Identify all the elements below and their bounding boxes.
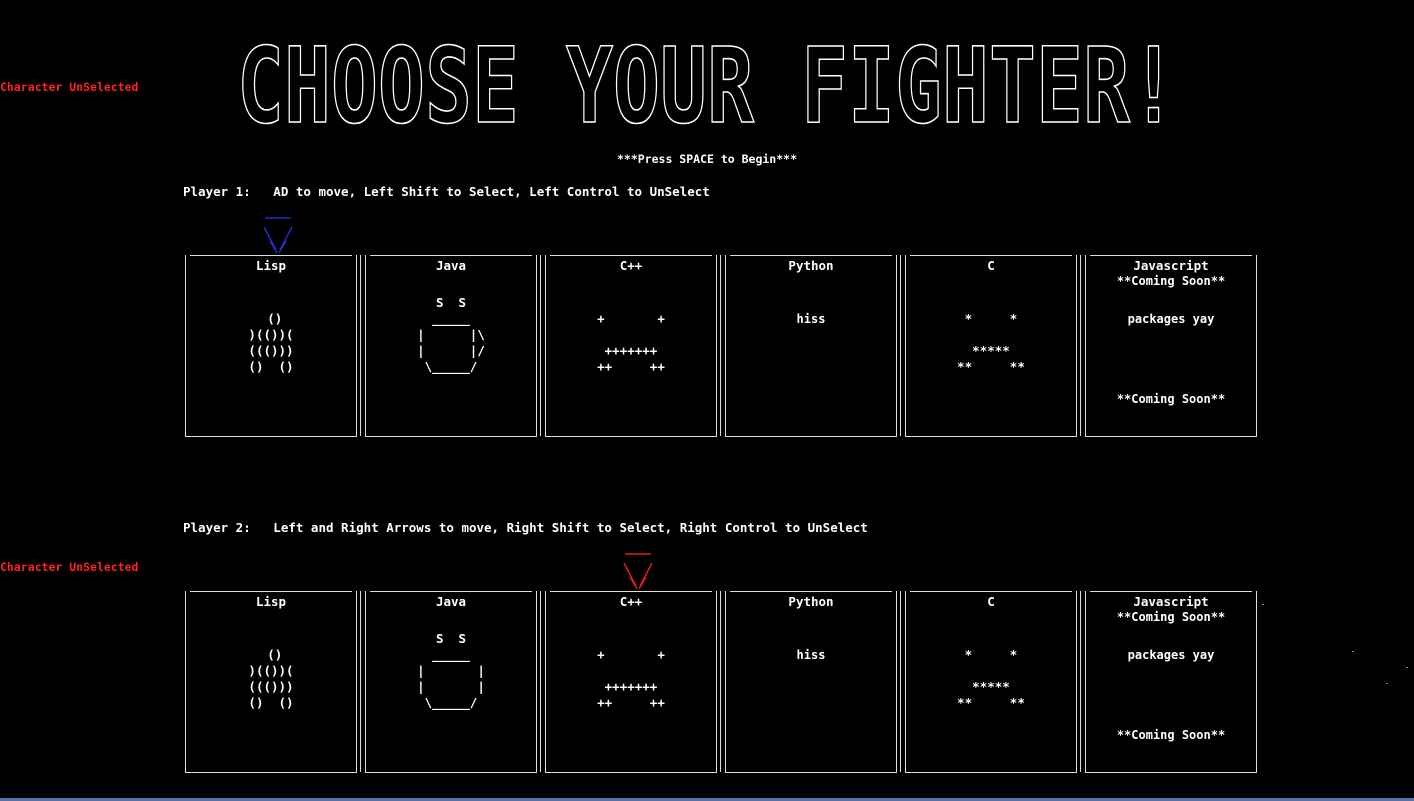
player1-selector-icon [261,215,295,259]
fighter-sprite-art: () )(())( ((())) () () [248,311,294,374]
title-text: CHOOSE YOUR FIGHTER! [237,32,1177,136]
press-space-prompt: ***Press SPACE to Begin*** [616,152,797,166]
fighter-caption: hiss [796,648,826,662]
coming-soon-note: **Coming Soon** [1116,392,1226,406]
fighter-name: Java [435,594,467,609]
fighter-name: C++ [619,258,643,273]
player2-fighter-row: Lisp () )(())( ((())) () () Java S S _____… [185,591,1263,774]
fighter-sprite-art: + + +++++++ ++ ++ [597,311,665,374]
coming-soon-note: **Coming Soon** [1116,728,1226,742]
fighter-card-c[interactable]: C * * ***** ** ** [905,255,1081,437]
fighter-caption: packages yay [1127,312,1215,326]
fighter-name: C++ [619,594,643,609]
coming-soon-note: **Coming Soon** [1116,610,1226,624]
fighter-sprite-art: * * ***** ** ** [957,311,1025,374]
fighter-name: Python [788,594,834,609]
fighter-caption: hiss [796,312,826,326]
fighter-card-lisp[interactable]: Lisp () )(())( ((())) () () [185,255,361,437]
fighter-card-c[interactable]: C * * ***** ** ** [905,591,1081,773]
title-banner: CHOOSE YOUR FIGHTER! [0,32,1414,136]
fighter-card-cpp[interactable]: C++ + + +++++++ ++ ++ [545,255,721,437]
fighter-card-lisp[interactable]: Lisp () )(())( ((())) () () [185,591,361,773]
fighter-card-python[interactable]: Python hiss [725,255,901,437]
fighter-name: Lisp [255,594,287,609]
player1-instructions: Player 1: AD to move, Left Shift to Sele… [183,184,710,199]
fighter-card-java[interactable]: Java S S _____ | | | | \_____/ [365,591,541,773]
coming-soon-note: **Coming Soon** [1116,274,1226,288]
player2-instructions: Player 2: Left and Right Arrows to move,… [183,520,868,535]
fighter-card-cpp[interactable]: C++ + + +++++++ ++ ++ [545,591,721,773]
fighter-card-java[interactable]: Java S S _____ | |\ | |/ \_____/ [365,255,541,437]
fighter-name: Lisp [255,258,287,273]
title-art: CHOOSE YOUR FIGHTER! [236,32,1178,136]
player1-fighter-row: Lisp () )(())( ((())) () () Java S S _____… [185,255,1263,438]
fighter-sprite-art: S S _____ | | | | \_____/ [417,631,485,710]
fighter-name: Java [435,258,467,273]
fighter-name: Python [788,258,834,273]
stray-pixel [1262,604,1264,605]
stray-pixel [1352,651,1354,652]
fighter-card-python[interactable]: Python hiss [725,591,901,773]
stray-pixel [1386,683,1388,684]
fighter-card-javascript[interactable]: Javascript **Coming Soon** packages yay **C… [1085,591,1257,773]
fighter-name: C [987,594,995,609]
player2-status: Character UnSelected [0,560,139,574]
fighter-caption: packages yay [1127,648,1215,662]
stray-pixel [1406,667,1408,668]
player2-selector-icon [621,551,655,595]
fighter-sprite-art: S S _____ | |\ | |/ \_____/ [417,295,485,374]
fighter-name: C [987,258,995,273]
fighter-sprite-art: * * ***** ** ** [957,647,1025,710]
fighter-card-javascript[interactable]: Javascript **Coming Soon** packages yay **C… [1085,255,1257,437]
fighter-name: Javascript [1133,258,1209,273]
fighter-sprite-art: + + +++++++ ++ ++ [597,647,665,710]
fighter-sprite-art: () )(())( ((())) () () [248,647,294,710]
fighter-name: Javascript [1133,594,1209,609]
